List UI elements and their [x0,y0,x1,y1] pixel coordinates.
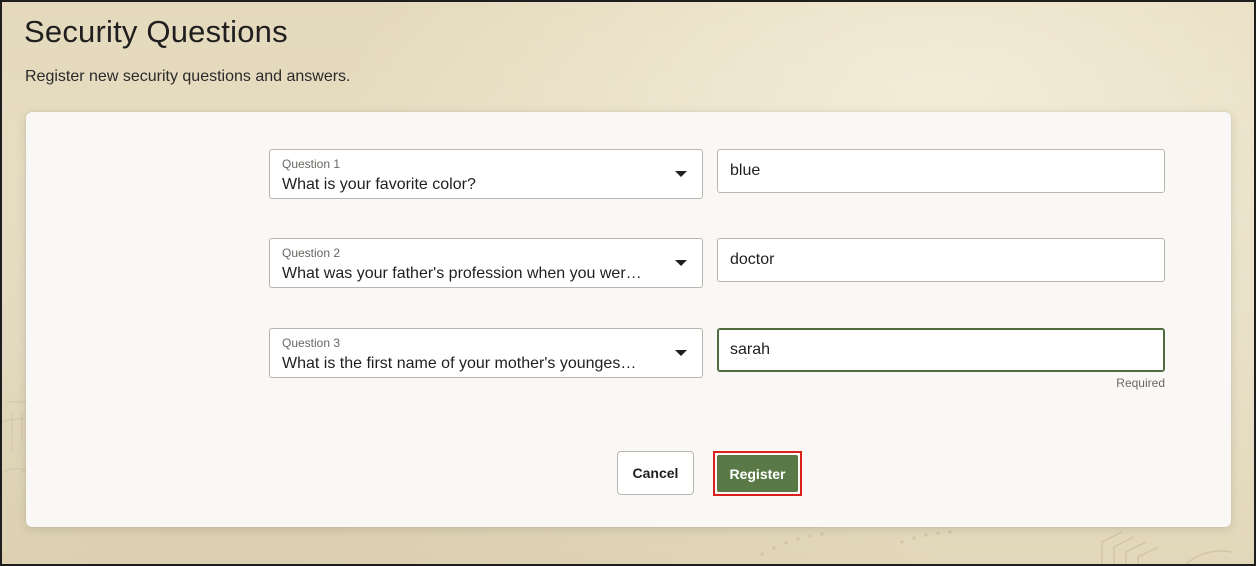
chevron-down-icon[interactable] [675,350,687,356]
answer-3-required-hint: Required [1116,376,1165,390]
page-subtitle: Register new security questions and answ… [25,68,351,85]
question-1-value: What is your favorite color? [282,176,476,193]
chevron-down-icon[interactable] [675,260,687,266]
register-button[interactable]: Register [717,455,798,492]
page-frame: Security Questions Register new security… [0,0,1256,566]
security-questions-card: Question 1 What is your favorite color? … [26,112,1231,527]
answer-1-input[interactable] [717,149,1165,193]
cancel-button[interactable]: Cancel [617,451,694,495]
answer-2-input[interactable] [717,238,1165,282]
question-2-value: What was your father's profession when y… [282,265,642,282]
question-1-select[interactable]: Question 1 What is your favorite color? [269,149,703,199]
page-title: Security Questions [24,14,288,49]
question-2-select[interactable]: Question 2 What was your father's profes… [269,238,703,288]
question-2-label: Question 2 [282,246,341,260]
question-3-select[interactable]: Question 3 What is the first name of you… [269,328,703,378]
question-3-label: Question 3 [282,336,341,350]
question-1-label: Question 1 [282,157,341,171]
answer-3-input[interactable] [717,328,1165,372]
chevron-down-icon[interactable] [675,171,687,177]
question-3-value: What is the first name of your mother's … [282,355,637,372]
